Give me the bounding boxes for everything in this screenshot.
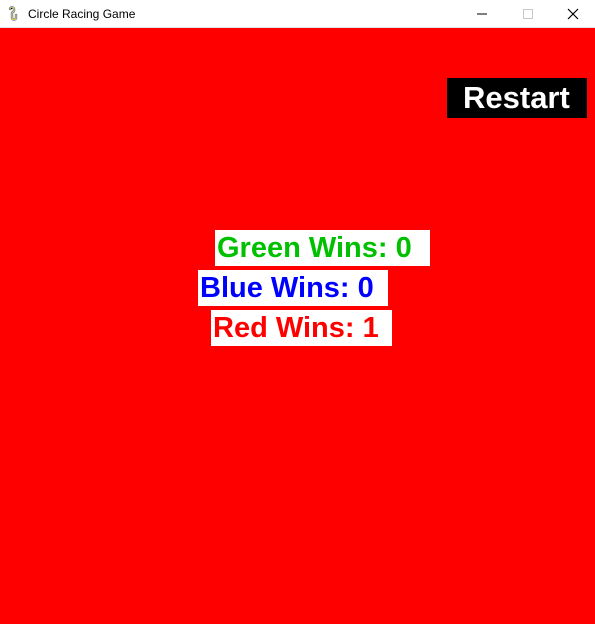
restart-button[interactable]: Restart <box>447 78 587 118</box>
close-icon <box>567 8 578 19</box>
window-title: Circle Racing Game <box>28 7 136 21</box>
pygame-snake-icon <box>8 6 18 21</box>
maximize-button[interactable] <box>505 0 551 27</box>
minimize-icon <box>477 13 487 14</box>
maximize-icon <box>523 8 533 19</box>
minimize-button[interactable] <box>459 0 505 27</box>
game-canvas[interactable]: Restart Green Wins: 0 Blue Wins: 0 Red W… <box>0 28 595 624</box>
red-wins-label: Red Wins: 1 <box>211 310 392 346</box>
app-window: Circle Racing Game Restart Green Wins: 0… <box>0 0 595 624</box>
close-button[interactable] <box>550 0 595 27</box>
title-bar[interactable]: Circle Racing Game <box>0 0 595 28</box>
blue-wins-label: Blue Wins: 0 <box>198 270 388 306</box>
green-wins-label: Green Wins: 0 <box>215 230 430 266</box>
